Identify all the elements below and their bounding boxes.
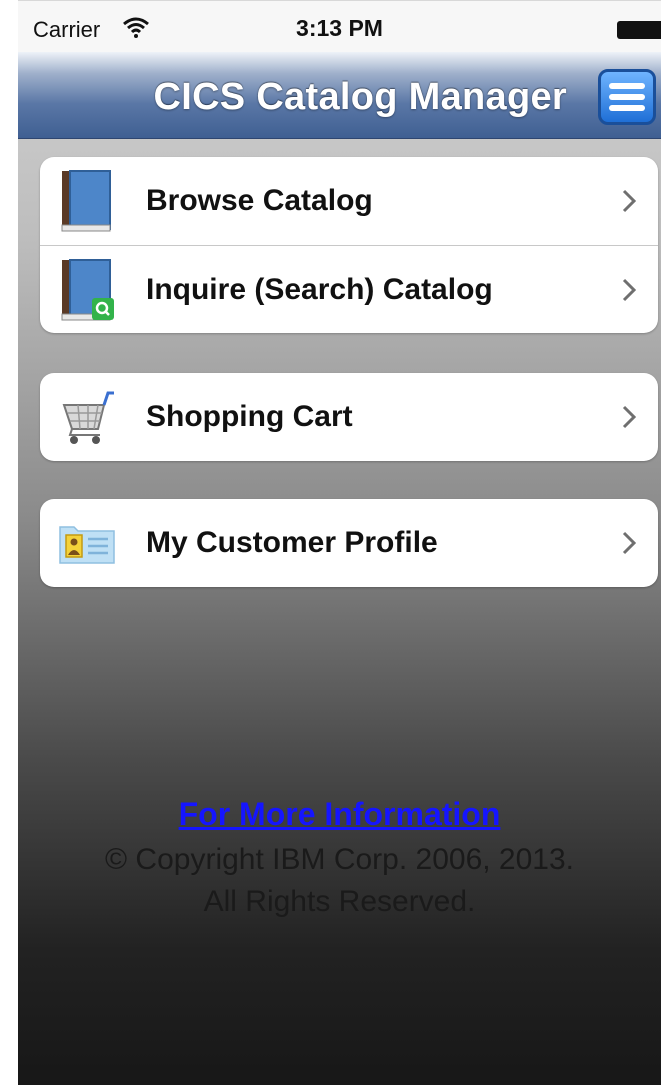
chevron-right-icon — [622, 278, 636, 302]
browse-catalog-item[interactable]: Browse Catalog — [40, 157, 658, 245]
chevron-right-icon — [622, 531, 636, 555]
inquire-search-catalog-label: Inquire (Search) Catalog — [146, 273, 493, 306]
battery-icon — [617, 21, 661, 39]
shopping-cart-label: Shopping Cart — [146, 400, 353, 433]
footer: For More Information © Copyright IBM Cor… — [18, 796, 661, 923]
catalog-group: Browse Catalog Inquire (Search) Catalog — [40, 157, 658, 333]
status-time: 3:13 PM — [296, 15, 383, 41]
hamburger-menu-icon — [609, 105, 645, 111]
chevron-right-icon — [622, 405, 636, 429]
book-search-icon — [61, 259, 114, 321]
chevron-right-icon — [622, 189, 636, 213]
browse-catalog-label: Browse Catalog — [146, 184, 373, 217]
shopping-cart-item[interactable]: Shopping Cart — [40, 373, 658, 461]
more-information-link[interactable]: For More Information — [179, 796, 501, 833]
cart-group: Shopping Cart — [40, 373, 658, 461]
page-title: CICS Catalog Manager — [153, 76, 567, 118]
app-screen: Carrier 3:13 PM CICS Catalog Manager Bro — [18, 0, 661, 1085]
menu-button[interactable] — [598, 69, 656, 125]
shopping-cart-icon — [62, 391, 114, 444]
id-card-icon — [59, 526, 115, 564]
hamburger-menu-icon — [609, 83, 645, 89]
rights-reserved-text: All Rights Reserved. — [203, 885, 476, 918]
profile-group: My Customer Profile — [40, 499, 658, 587]
my-customer-profile-label: My Customer Profile — [146, 526, 438, 559]
my-customer-profile-item[interactable]: My Customer Profile — [40, 499, 658, 587]
book-icon — [61, 170, 111, 232]
status-bar: Carrier 3:13 PM — [18, 0, 661, 53]
copyright-text: © Copyright IBM Corp. 2006, 2013. — [104, 843, 574, 876]
inquire-search-catalog-item[interactable]: Inquire (Search) Catalog — [40, 245, 658, 333]
navigation-bar: CICS Catalog Manager — [18, 52, 661, 139]
hamburger-menu-icon — [609, 94, 645, 100]
